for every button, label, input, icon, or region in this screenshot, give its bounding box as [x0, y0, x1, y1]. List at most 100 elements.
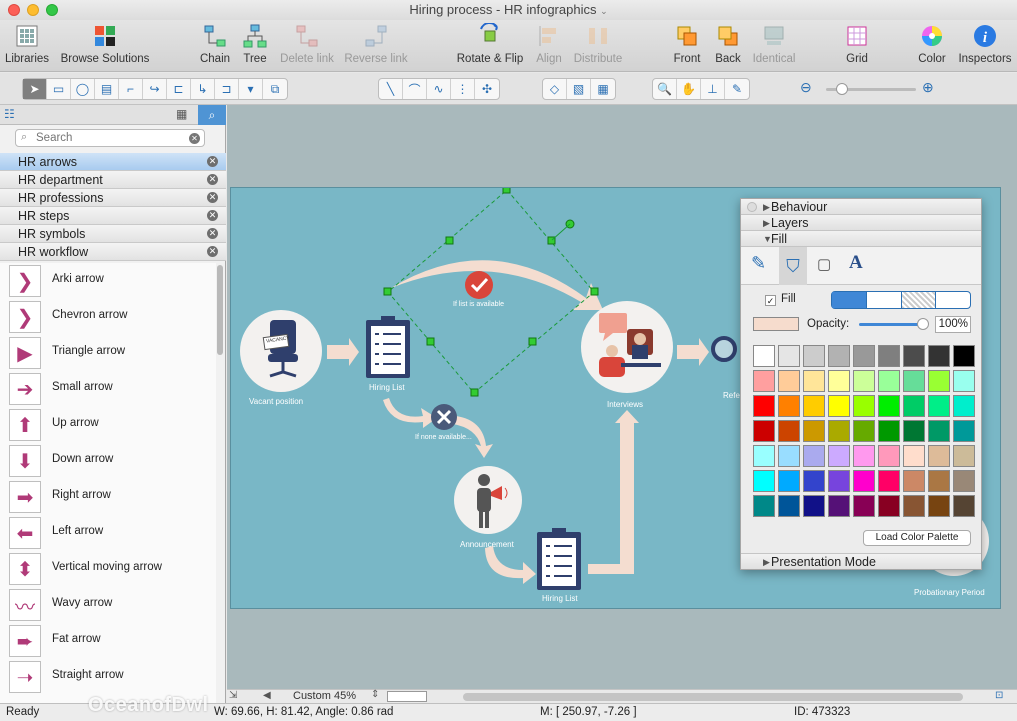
color-swatch[interactable]	[778, 370, 800, 392]
page-view-buttons[interactable]	[387, 691, 427, 702]
selection-handle[interactable]	[445, 236, 454, 245]
color-swatch[interactable]	[828, 495, 850, 517]
shape-list-item[interactable]: ⬍ Vertical moving arrow	[0, 551, 216, 587]
zoom-slider-knob[interactable]	[836, 83, 848, 95]
edit-points-icon[interactable]: ◇	[543, 79, 567, 99]
group-shapes-icon[interactable]: ▦	[591, 79, 615, 99]
color-swatch[interactable]	[803, 370, 825, 392]
insert-container-tool-icon[interactable]: ⧉	[263, 79, 287, 99]
rectangle-tool-icon[interactable]: ▭	[47, 79, 71, 99]
color-swatch[interactable]	[753, 470, 775, 492]
search-tab-icon[interactable]: ⌕	[198, 105, 226, 125]
fill-section[interactable]: ▼ Fill	[741, 231, 981, 247]
color-swatch[interactable]	[878, 445, 900, 467]
library-item[interactable]: HR workflow ✕	[0, 243, 226, 261]
round-connector-tool-icon[interactable]: ↳	[191, 79, 215, 99]
color-swatch[interactable]	[853, 395, 875, 417]
gradient-fill-option[interactable]	[865, 292, 901, 308]
color-swatch[interactable]	[953, 445, 975, 467]
curved-connector-tool-icon[interactable]: ↪	[143, 79, 167, 99]
color-swatch[interactable]	[878, 495, 900, 517]
color-swatch[interactable]	[803, 345, 825, 367]
load-color-palette-button[interactable]: Load Color Palette	[863, 530, 971, 546]
tree-button[interactable]: Tree	[238, 23, 272, 65]
connector-tool-icon[interactable]: ⌐	[119, 79, 143, 99]
shape-list-item[interactable]: ➨ Fat arrow	[0, 623, 216, 659]
color-swatch[interactable]	[828, 395, 850, 417]
text-tab-icon[interactable]: A	[849, 252, 863, 274]
color-swatch[interactable]	[853, 420, 875, 442]
behaviour-section[interactable]: ▶ Behaviour	[741, 199, 981, 215]
color-swatch[interactable]	[903, 445, 925, 467]
back-button[interactable]: Back	[710, 23, 746, 65]
clipboard-icon-2[interactable]	[537, 528, 581, 590]
color-swatch[interactable]	[928, 420, 950, 442]
shape-list-item[interactable]: ⬅ Left arrow	[0, 515, 216, 551]
bezier-tool-icon[interactable]: ∿	[427, 79, 451, 99]
color-swatch[interactable]	[878, 470, 900, 492]
zoom-stepper-icon[interactable]: ⇕	[371, 689, 379, 700]
freehand-icon[interactable]: ▧	[567, 79, 591, 99]
opacity-slider-knob[interactable]	[917, 318, 929, 330]
color-swatch[interactable]	[928, 495, 950, 517]
line-style-tab-icon[interactable]: ✎	[751, 253, 766, 274]
clear-search-icon[interactable]: ✕	[189, 133, 200, 144]
panel-close-icon[interactable]	[747, 202, 757, 212]
rotate-flip-button[interactable]: Rotate & Flip	[454, 23, 526, 65]
check-circle-icon[interactable]	[465, 271, 493, 299]
spline-tool-icon[interactable]: ✣	[475, 79, 499, 99]
color-swatch[interactable]	[928, 370, 950, 392]
color-swatch[interactable]	[753, 370, 775, 392]
color-swatch[interactable]	[928, 445, 950, 467]
library-search-box[interactable]: ⌕ ✕	[15, 129, 205, 147]
color-swatch[interactable]	[803, 495, 825, 517]
arc-tool-icon[interactable]: ⌒	[403, 79, 427, 99]
grid-button[interactable]: Grid	[840, 23, 874, 65]
color-swatch[interactable]	[928, 345, 950, 367]
color-swatch[interactable]	[803, 470, 825, 492]
up-arrow-shape[interactable]	[588, 410, 639, 574]
fill-tab-icon[interactable]: ⛉	[779, 247, 807, 285]
color-swatch[interactable]	[853, 345, 875, 367]
color-swatch[interactable]	[853, 370, 875, 392]
shape-list-item[interactable]: ➔ Small arrow	[0, 371, 216, 407]
delete-link-button[interactable]: Delete link	[276, 23, 338, 65]
previous-page-icon[interactable]: ◀	[263, 690, 271, 701]
remove-library-icon[interactable]: ✕	[207, 192, 218, 203]
color-swatch[interactable]	[753, 395, 775, 417]
color-swatch[interactable]	[953, 395, 975, 417]
line-tool-icon[interactable]: ╲	[379, 79, 403, 99]
color-swatch[interactable]	[753, 445, 775, 467]
tree-connector-tool-icon[interactable]: ⊐	[215, 79, 239, 99]
library-item[interactable]: HR arrows ✕	[0, 153, 226, 171]
color-swatch[interactable]	[803, 420, 825, 442]
color-swatch[interactable]	[928, 395, 950, 417]
color-swatch[interactable]	[803, 395, 825, 417]
color-swatch[interactable]	[953, 495, 975, 517]
remove-library-icon[interactable]: ✕	[207, 174, 218, 185]
library-item[interactable]: HR department ✕	[0, 171, 226, 189]
color-swatch[interactable]	[953, 370, 975, 392]
opacity-slider[interactable]	[859, 318, 929, 330]
polyline-tool-icon[interactable]: ⋮	[451, 79, 475, 99]
announcement-node[interactable]	[454, 466, 522, 534]
color-swatch[interactable]	[903, 495, 925, 517]
smart-connector-tool-icon[interactable]: ⊏	[167, 79, 191, 99]
shape-list-item[interactable]: 〰 Wavy arrow	[0, 587, 216, 623]
color-swatch[interactable]	[803, 445, 825, 467]
front-button[interactable]: Front	[670, 23, 704, 65]
color-swatch[interactable]	[778, 420, 800, 442]
shape-list-scrollbar[interactable]	[217, 265, 223, 355]
pattern-fill-option[interactable]	[900, 292, 936, 308]
color-swatch[interactable]	[903, 345, 925, 367]
color-swatch[interactable]	[878, 395, 900, 417]
fill-checkbox[interactable]: ✓	[765, 295, 776, 306]
zoom-in-icon[interactable]: ⊕	[922, 79, 934, 96]
remove-library-icon[interactable]: ✕	[207, 246, 218, 257]
maximize-window-button[interactable]	[46, 4, 58, 16]
zoom-select[interactable]: Custom 45%	[293, 690, 356, 702]
color-swatch[interactable]	[778, 345, 800, 367]
presentation-mode-section[interactable]: ▶ Presentation Mode	[741, 553, 981, 569]
library-item[interactable]: HR professions ✕	[0, 189, 226, 207]
color-swatch[interactable]	[878, 345, 900, 367]
